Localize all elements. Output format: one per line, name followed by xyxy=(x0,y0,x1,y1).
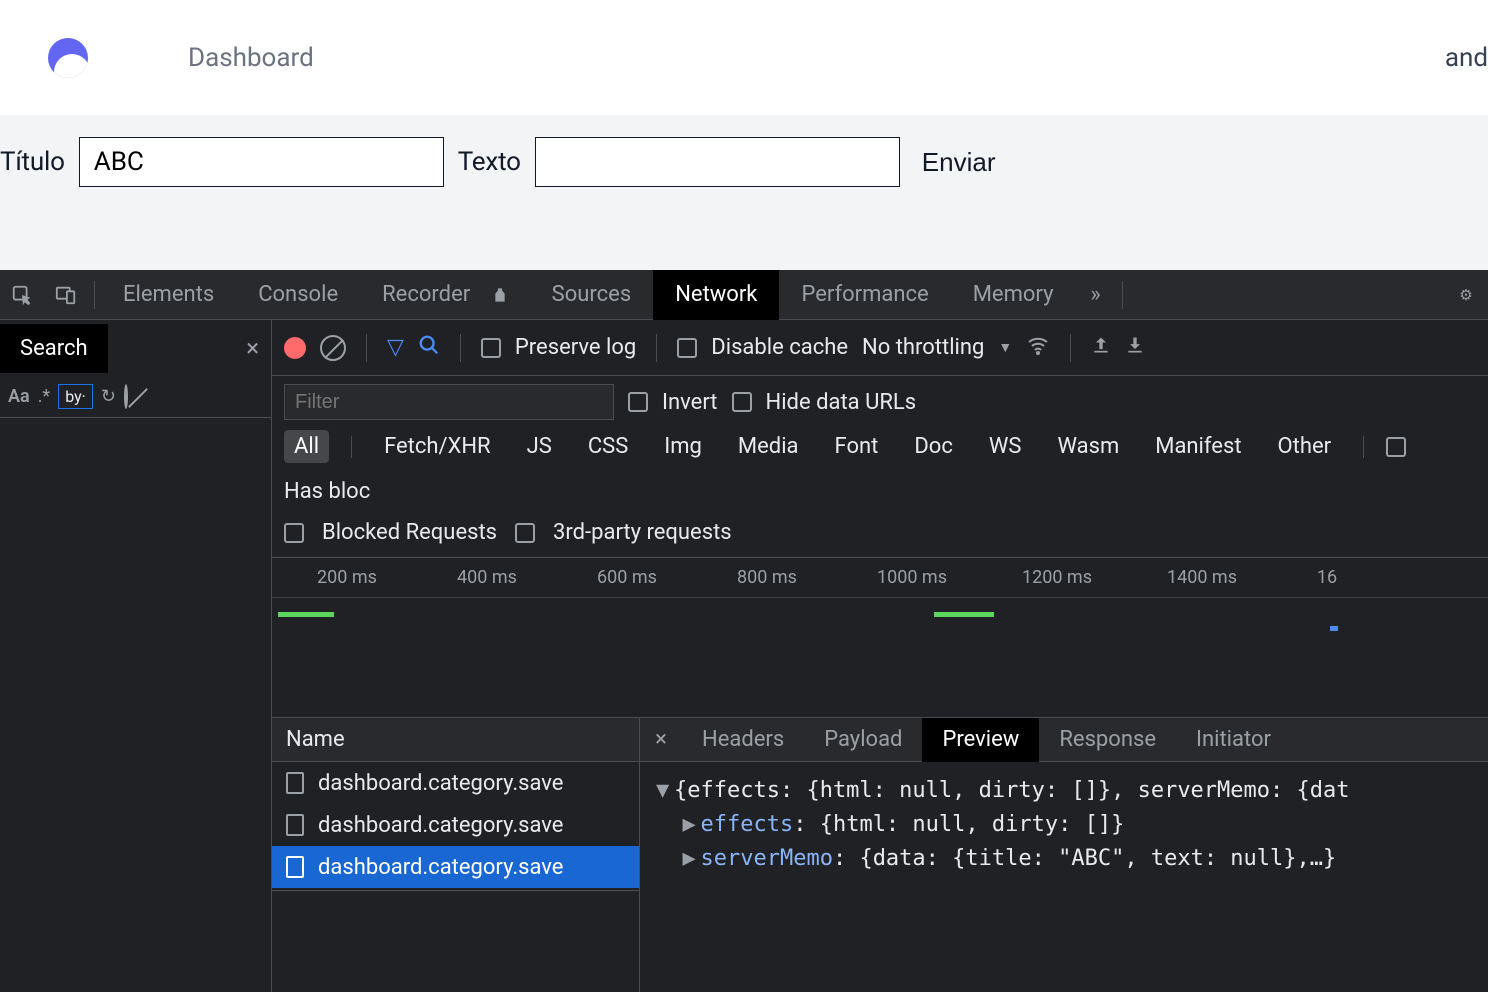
filter-font[interactable]: Font xyxy=(825,430,889,463)
tab-elements[interactable]: Elements xyxy=(101,270,236,320)
filter-doc[interactable]: Doc xyxy=(904,430,963,463)
tick-label: 1000 ms xyxy=(877,567,947,588)
titulo-input[interactable] xyxy=(79,137,444,187)
timeline-request-bar xyxy=(1330,626,1338,631)
texto-label: Texto xyxy=(458,147,521,177)
header-right-text: and xyxy=(1445,43,1488,73)
upload-har-icon[interactable] xyxy=(1091,335,1111,361)
detail-tab-preview[interactable]: Preview xyxy=(922,718,1039,762)
close-icon[interactable]: × xyxy=(246,334,259,362)
filter-all[interactable]: All xyxy=(284,430,329,463)
dashboard-link[interactable]: Dashboard xyxy=(188,43,314,73)
request-name: dashboard.category.save xyxy=(318,855,563,880)
third-party-label: 3rd-party requests xyxy=(553,520,732,545)
filter-img[interactable]: Img xyxy=(654,430,712,463)
filter-wasm[interactable]: Wasm xyxy=(1047,430,1129,463)
filter-ws[interactable]: WS xyxy=(979,430,1032,463)
tab-recorder[interactable]: Recorder xyxy=(360,270,530,320)
timeline-request-bar xyxy=(278,612,334,617)
record-button[interactable] xyxy=(284,337,306,359)
search-panel-title: Search xyxy=(0,324,108,373)
filter-manifest[interactable]: Manifest xyxy=(1145,430,1251,463)
invert-label: Invert xyxy=(662,390,718,415)
has-blocked-checkbox[interactable] xyxy=(1386,437,1406,457)
filter-css[interactable]: CSS xyxy=(578,430,638,463)
column-header-name[interactable]: Name xyxy=(272,718,639,762)
close-detail-icon[interactable]: × xyxy=(640,727,682,752)
enviar-button[interactable]: Enviar xyxy=(914,147,1004,178)
preview-json-tree[interactable]: ▼{effects: {html: null, dirty: []}, serv… xyxy=(640,762,1488,992)
tab-memory[interactable]: Memory xyxy=(951,270,1076,320)
throttling-select[interactable]: No throttling xyxy=(862,335,984,360)
hide-data-urls-checkbox[interactable] xyxy=(732,392,752,412)
tab-sources[interactable]: Sources xyxy=(530,270,654,320)
tab-console[interactable]: Console xyxy=(236,270,360,320)
search-icon[interactable] xyxy=(418,334,440,362)
case-sensitive-toggle[interactable]: Aa xyxy=(8,386,30,407)
refresh-icon[interactable]: ↻ xyxy=(101,386,116,407)
devtools-panel: Elements Console Recorder Sources Networ… xyxy=(0,270,1488,992)
tick-label: 1200 ms xyxy=(1022,567,1092,588)
document-icon xyxy=(286,772,304,794)
clear-button[interactable] xyxy=(320,335,346,361)
tick-label: 600 ms xyxy=(597,567,657,588)
tick-label: 16 xyxy=(1317,567,1337,588)
tick-label: 400 ms xyxy=(457,567,517,588)
tab-network[interactable]: Network xyxy=(653,270,779,320)
blocked-requests-checkbox[interactable] xyxy=(284,523,304,543)
network-timeline[interactable]: 200 ms 400 ms 600 ms 800 ms 1000 ms 1200… xyxy=(272,558,1488,718)
network-conditions-icon[interactable] xyxy=(1026,333,1050,363)
tabs-overflow-icon[interactable]: » xyxy=(1076,282,1116,307)
regex-toggle[interactable]: .* xyxy=(38,386,51,407)
texto-input[interactable] xyxy=(535,137,900,187)
detail-tab-initiator[interactable]: Initiator xyxy=(1176,718,1291,762)
chevron-down-icon[interactable]: ▼ xyxy=(998,339,1012,356)
request-name: dashboard.category.save xyxy=(318,771,563,796)
filter-other[interactable]: Other xyxy=(1268,430,1342,463)
request-row[interactable]: dashboard.category.save xyxy=(272,846,639,888)
disable-cache-checkbox[interactable] xyxy=(677,338,697,358)
tick-label: 800 ms xyxy=(737,567,797,588)
filter-js[interactable]: JS xyxy=(517,430,562,463)
document-icon xyxy=(286,814,304,836)
filter-media[interactable]: Media xyxy=(728,430,809,463)
document-icon xyxy=(286,856,304,878)
device-toggle-icon[interactable] xyxy=(48,277,84,313)
filter-fetchxhr[interactable]: Fetch/XHR xyxy=(374,430,501,463)
invert-checkbox[interactable] xyxy=(628,392,648,412)
app-logo xyxy=(48,38,88,78)
blocked-requests-label: Blocked Requests xyxy=(322,520,497,545)
clear-icon[interactable] xyxy=(124,386,128,407)
filter-input[interactable] xyxy=(284,384,614,420)
search-input-placeholder[interactable]: by· xyxy=(58,384,93,409)
timeline-request-bar xyxy=(934,612,994,617)
hide-data-urls-label: Hide data URLs xyxy=(766,390,917,415)
disable-cache-label: Disable cache xyxy=(711,335,848,360)
request-row[interactable]: dashboard.category.save xyxy=(272,804,639,846)
titulo-label: Título xyxy=(0,147,65,177)
tab-performance[interactable]: Performance xyxy=(779,270,950,320)
tick-label: 1400 ms xyxy=(1167,567,1237,588)
inspect-icon[interactable] xyxy=(4,277,40,313)
preserve-log-checkbox[interactable] xyxy=(481,338,501,358)
settings-gear-icon[interactable]: ⚙ xyxy=(1448,277,1484,313)
download-har-icon[interactable] xyxy=(1125,335,1145,361)
filter-icon[interactable]: ▽ xyxy=(387,335,404,360)
request-row[interactable]: dashboard.category.save xyxy=(272,762,639,804)
preserve-log-label: Preserve log xyxy=(515,335,636,360)
third-party-checkbox[interactable] xyxy=(515,523,535,543)
tick-label: 200 ms xyxy=(317,567,377,588)
detail-tab-headers[interactable]: Headers xyxy=(682,718,804,762)
request-name: dashboard.category.save xyxy=(318,813,563,838)
has-blocked-label: Has bloc xyxy=(284,479,370,504)
detail-tab-payload[interactable]: Payload xyxy=(804,718,922,762)
detail-tab-response[interactable]: Response xyxy=(1039,718,1176,762)
